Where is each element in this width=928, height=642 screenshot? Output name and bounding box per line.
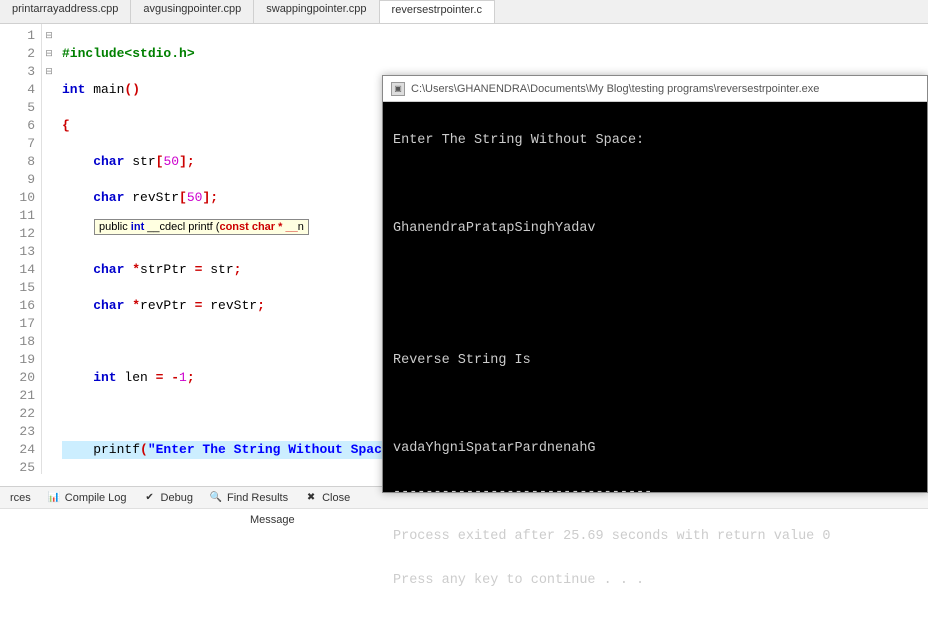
tab-compile-log[interactable]: 📊Compile Log: [39, 489, 135, 507]
find-icon: 🔍: [209, 491, 223, 505]
line-num: 24: [0, 441, 35, 459]
debug-icon: ✔: [143, 491, 157, 505]
line-num: 1: [0, 27, 35, 45]
line-num: 2: [0, 45, 35, 63]
line-num: 4: [0, 81, 35, 99]
line-num: 8: [0, 153, 35, 171]
line-num: 5: [0, 99, 35, 117]
console-icon: ▣: [391, 82, 405, 96]
tab-bar: printarrayaddress.cpp avgusingpointer.cp…: [0, 0, 928, 24]
line-num: 25: [0, 459, 35, 477]
fold-toggle[interactable]: ⊟: [42, 45, 56, 63]
line-num: 12: [0, 225, 35, 243]
line-num: 13: [0, 243, 35, 261]
line-num: 15: [0, 279, 35, 297]
console-output: Enter The String Without Space: Ghanendr…: [383, 102, 927, 642]
function-tooltip: public int __cdecl printf (const char * …: [94, 219, 309, 235]
console-path: C:\Users\GHANENDRA\Documents\My Blog\tes…: [411, 83, 819, 95]
line-num: 17: [0, 315, 35, 333]
line-number-gutter: 1 2 3 4 5 6 7 8 9 10 11 12 13 14 15 16 1…: [0, 24, 42, 474]
tab-avgusing[interactable]: avgusingpointer.cpp: [131, 0, 254, 23]
line-num: 22: [0, 405, 35, 423]
tab-debug[interactable]: ✔Debug: [135, 489, 201, 507]
tab-resources[interactable]: rces: [2, 490, 39, 506]
tab-reversestr[interactable]: reversestrpointer.c: [380, 0, 495, 23]
tab-close[interactable]: ✖Close: [296, 489, 358, 507]
tab-swapping[interactable]: swappingpointer.cpp: [254, 0, 379, 23]
line-num: 18: [0, 333, 35, 351]
tab-printarray[interactable]: printarrayaddress.cpp: [0, 0, 131, 23]
close-icon: ✖: [304, 491, 318, 505]
fold-toggle[interactable]: ⊟: [42, 27, 56, 45]
line-num: 14: [0, 261, 35, 279]
line-num: 20: [0, 369, 35, 387]
line-num: 7: [0, 135, 35, 153]
line-num: 21: [0, 387, 35, 405]
line-num: 16: [0, 297, 35, 315]
line-num: 19: [0, 351, 35, 369]
line-num: 9: [0, 171, 35, 189]
tab-find-results[interactable]: 🔍Find Results: [201, 489, 296, 507]
console-titlebar[interactable]: ▣ C:\Users\GHANENDRA\Documents\My Blog\t…: [383, 76, 927, 102]
fold-toggle[interactable]: ⊟: [42, 63, 56, 81]
line-num: 10: [0, 189, 35, 207]
line-num: 3: [0, 63, 35, 81]
line-num: 23: [0, 423, 35, 441]
line-num: 11: [0, 207, 35, 225]
line-num: 6: [0, 117, 35, 135]
console-window[interactable]: ▣ C:\Users\GHANENDRA\Documents\My Blog\t…: [382, 75, 928, 493]
fold-column: ⊟ ⊟ ⊟: [42, 24, 56, 474]
compile-icon: 📊: [47, 491, 61, 505]
